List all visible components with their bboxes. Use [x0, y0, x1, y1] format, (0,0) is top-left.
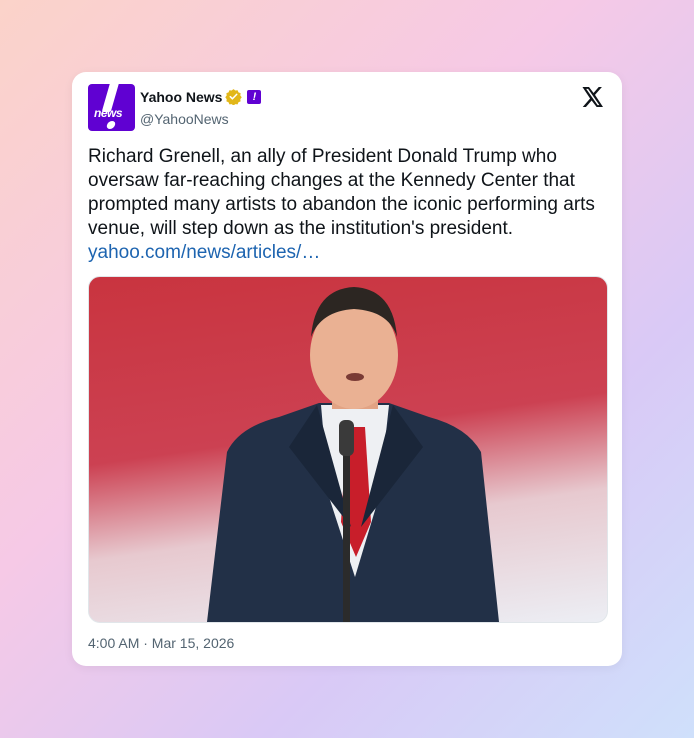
- yahoo-exclamation-icon: !: [247, 89, 262, 104]
- tweet-body: Richard Grenell, an ally of President Do…: [88, 146, 595, 239]
- gold-verified-icon: [225, 89, 243, 105]
- article-link[interactable]: yahoo.com/news/articles/…: [88, 241, 608, 265]
- author-handle[interactable]: @YahooNews: [140, 111, 229, 127]
- tweet-timestamp[interactable]: 4:00 AM · Mar 15, 2026: [88, 635, 234, 651]
- author-avatar[interactable]: news: [88, 84, 135, 131]
- tweet-card: news Yahoo News ! @YahooNews Richard Gre…: [72, 72, 622, 666]
- tweet-photo[interactable]: [88, 276, 608, 623]
- speaker-photo-illustration: [207, 287, 499, 622]
- x-logo-icon[interactable]: [582, 87, 604, 107]
- author-display-name[interactable]: Yahoo News: [140, 89, 222, 105]
- author-name-row: Yahoo News !: [140, 88, 262, 105]
- yahoo-dot-mark: [105, 121, 117, 129]
- tweet-text: Richard Grenell, an ally of President Do…: [88, 145, 608, 265]
- avatar-news-label: news: [94, 106, 123, 120]
